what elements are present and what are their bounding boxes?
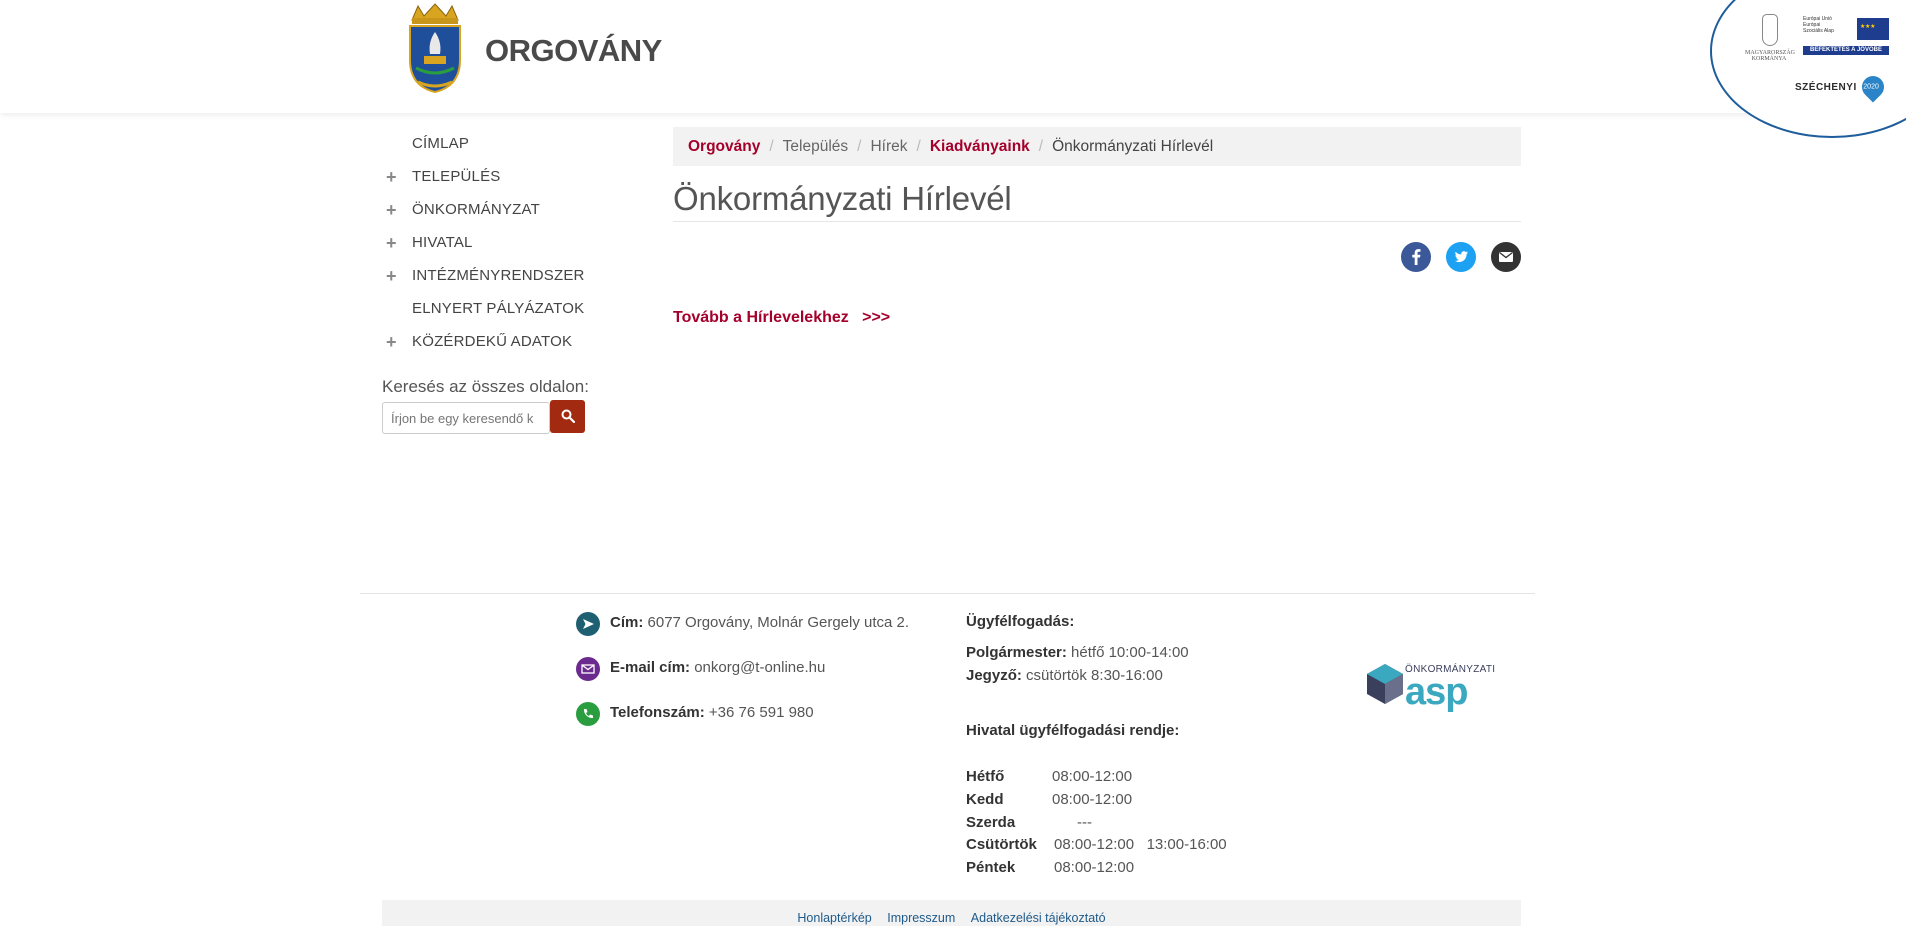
breadcrumb-hirek[interactable]: Hírek: [870, 138, 907, 155]
breadcrumb-separator: /: [916, 138, 921, 155]
mayor-hours-value: hétfő 10:00-14:00: [1071, 644, 1189, 661]
nav-item-intezmenyrendszer[interactable]: + INTÉZMÉNYRENDSZER: [382, 264, 602, 297]
eu-flag-icon: [1857, 18, 1889, 40]
schedule-day: Péntek: [966, 859, 1016, 876]
eu-funding-logo[interactable]: MAGYARORSZÁG KORMÁNYA Európai Unió Európ…: [1745, 8, 1895, 118]
nav-item-label[interactable]: HIVATAL: [412, 231, 473, 255]
coat-of-arms-logo[interactable]: [404, 2, 466, 94]
onkormanyzati-asp-logo[interactable]: ÖNKORMÁNYZATI asp: [1363, 660, 1495, 712]
hungarian-crest-icon: [1762, 14, 1778, 46]
nav-item-cimlap[interactable]: CÍMLAP: [382, 132, 602, 165]
breadcrumb-telepules[interactable]: Település: [783, 138, 849, 155]
asp-cube-icon: [1367, 664, 1403, 704]
title-divider: [673, 221, 1521, 222]
schedule-day: Szerda: [966, 814, 1016, 831]
footer-divider: [360, 593, 1535, 594]
nav-item-elnyert-palyazatok[interactable]: ELNYERT PÁLYÁZATOK: [382, 297, 602, 330]
notary-label: Jegyző:: [966, 667, 1022, 684]
expand-plus-icon[interactable]: +: [386, 198, 402, 222]
schedule-day: Csütörtök: [966, 836, 1037, 853]
office-schedule-heading: Hivatal ügyfélfogadási rendje:: [966, 722, 1180, 739]
phone-icon: [576, 702, 600, 726]
more-newsletters-link[interactable]: Tovább a Hírlevelekhez >>>: [673, 309, 890, 327]
szechenyi-label: SZÉCHENYI: [1795, 82, 1857, 93]
footer-link-impressum[interactable]: Impresszum: [887, 911, 955, 925]
location-arrow-icon: [576, 612, 600, 636]
nav-item-hivatal[interactable]: + HIVATAL: [382, 231, 602, 264]
mayor-label: Polgármester:: [966, 644, 1067, 661]
footer-email: E-mail cím: onkorg@t-online.hu: [610, 659, 825, 676]
search-icon: [561, 409, 575, 423]
schedule-day: Hétfő: [966, 768, 1005, 785]
site-header: ORGOVÁNY: [0, 0, 1906, 113]
hungarian-government-label: MAGYARORSZÁG KORMÁNYA: [1745, 50, 1796, 62]
schedule-time: 08:00-12:00: [1052, 768, 1133, 785]
page-title: Önkormányzati Hírlevél: [673, 180, 1012, 217]
mail-icon: [576, 657, 600, 681]
breadcrumb-separator: /: [857, 138, 862, 155]
schedule-time: 08:00-12:00: [1054, 859, 1135, 876]
schedule-time: 08:00-12:00: [1052, 791, 1133, 808]
szechenyi-pin-icon: 2020: [1857, 71, 1889, 103]
office-hours-heading: Ügyfélfogadás:: [966, 613, 1075, 630]
eu-fund-label: Európai Unió Európai Szociális Alap: [1803, 16, 1834, 34]
eu-slogan-band: BEFEKTETÉS A JÖVŐBE: [1803, 46, 1889, 55]
twitter-icon: [1454, 251, 1468, 263]
phone-label: Telefonszám:: [610, 704, 705, 721]
breadcrumb-separator: /: [1038, 138, 1044, 155]
expand-plus-icon[interactable]: +: [386, 264, 402, 288]
phone-value[interactable]: +36 76 591 980: [709, 704, 814, 721]
search-input[interactable]: [382, 402, 550, 434]
search-button[interactable]: [550, 400, 585, 433]
schedule-time: ---: [1077, 814, 1092, 831]
mayor-hours: Polgármester: hétfő 10:00-14:00: [966, 644, 1189, 661]
address-value: 6077 Orgovány, Molnár Gergely utca 2.: [647, 614, 910, 631]
share-twitter-button[interactable]: [1446, 242, 1476, 272]
nav-item-kozerdeku-adatok[interactable]: + KÖZÉRDEKŰ ADATOK: [382, 330, 602, 363]
breadcrumb-current: Önkormányzati Hírlevél: [1052, 138, 1214, 155]
share-facebook-button[interactable]: [1401, 242, 1431, 272]
nav-item-telepules[interactable]: + TELEPÜLÉS: [382, 165, 602, 198]
nav-item-label[interactable]: ELNYERT PÁLYÁZATOK: [412, 297, 584, 321]
nav-item-onkormanyzat[interactable]: + ÖNKORMÁNYZAT: [382, 198, 602, 231]
sidebar-nav: CÍMLAP + TELEPÜLÉS + ÖNKORMÁNYZAT + HIVA…: [382, 132, 602, 363]
footer-address: Cím: 6077 Orgovány, Molnár Gergely utca …: [610, 614, 909, 631]
search-label: Keresés az összes oldalon:: [382, 377, 589, 396]
expand-plus-icon[interactable]: +: [386, 231, 402, 255]
footer-phone: Telefonszám: +36 76 591 980: [610, 704, 814, 721]
address-label: Cím:: [610, 614, 644, 631]
email-value[interactable]: onkorg@t-online.hu: [694, 659, 825, 676]
share-email-button[interactable]: [1491, 242, 1521, 272]
breadcrumb: Orgovány / Település / Hírek / Kiadványaink / Ön…: [673, 127, 1521, 166]
envelope-icon: [1499, 251, 1513, 262]
szechenyi-year: 2020: [1863, 83, 1879, 91]
nav-item-label[interactable]: KÖZÉRDEKŰ ADATOK: [412, 330, 572, 354]
schedule-day: Kedd: [966, 791, 1004, 808]
expand-plus-icon[interactable]: +: [386, 165, 402, 189]
nav-item-label[interactable]: TELEPÜLÉS: [412, 165, 501, 189]
nav-item-label[interactable]: ÖNKORMÁNYZAT: [412, 198, 540, 222]
expand-plus-icon[interactable]: +: [386, 330, 402, 354]
email-label: E-mail cím:: [610, 659, 691, 676]
footer-link-sitemap[interactable]: Honlaptérkép: [797, 911, 871, 925]
footer-link-privacy[interactable]: Adatkezelési tájékoztató: [971, 911, 1106, 925]
site-title[interactable]: ORGOVÁNY: [485, 33, 662, 69]
breadcrumb-kiadvanyaink[interactable]: Kiadványaink: [930, 138, 1030, 155]
notary-hours-value: csütörtök 8:30-16:00: [1026, 667, 1163, 684]
footer-links-bar: Honlaptérkép Impresszum Adatkezelési táj…: [382, 900, 1521, 926]
breadcrumb-separator: /: [769, 138, 774, 155]
notary-hours: Jegyző: csütörtök 8:30-16:00: [966, 667, 1163, 684]
schedule-time: 08:00-12:00 13:00-16:00: [1054, 836, 1227, 853]
nav-item-label[interactable]: INTÉZMÉNYRENDSZER: [412, 264, 585, 288]
asp-logo-big-text: asp: [1405, 671, 1468, 713]
facebook-icon: [1412, 249, 1421, 265]
breadcrumb-home[interactable]: Orgovány: [688, 138, 760, 155]
nav-item-label[interactable]: CÍMLAP: [412, 132, 469, 156]
